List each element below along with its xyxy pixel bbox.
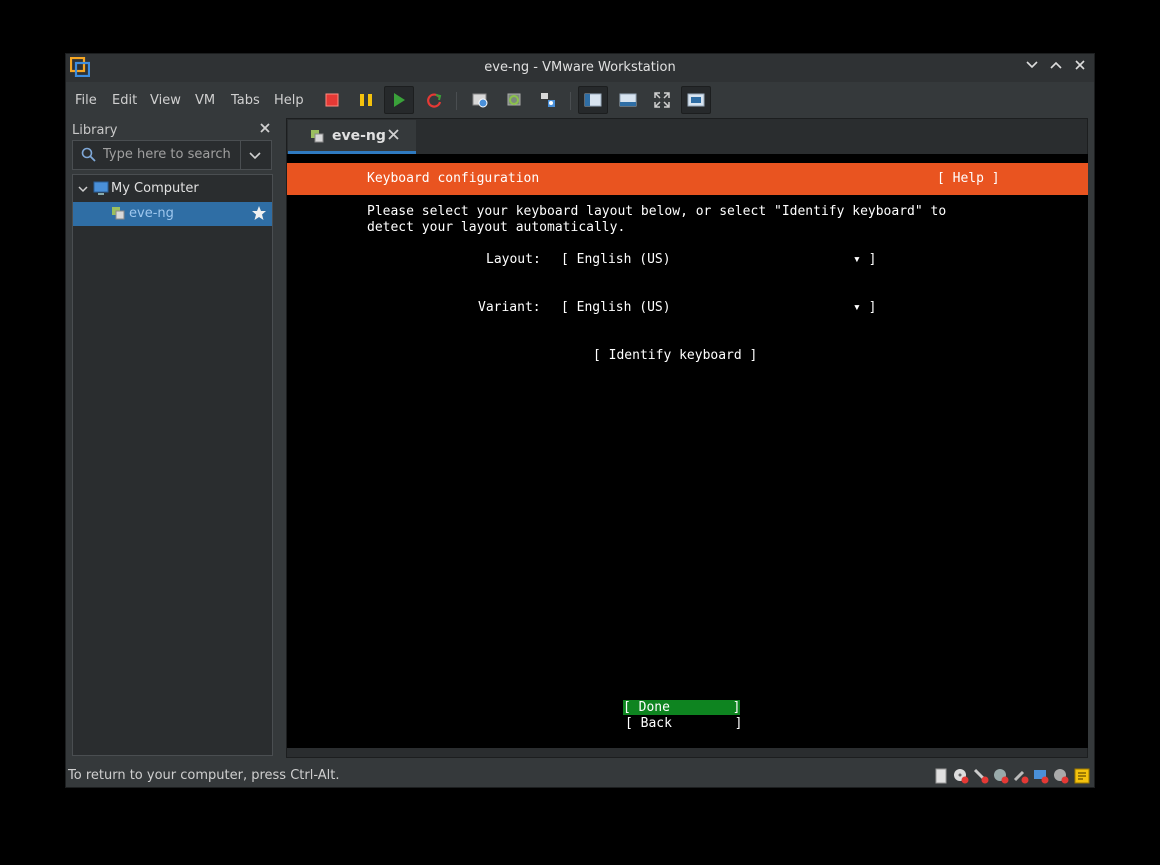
variant-select[interactable]: [ English (US): [561, 300, 671, 315]
thumbnail-bar-button[interactable]: [613, 86, 643, 114]
chevron-down-icon: [249, 152, 261, 160]
power-on-button[interactable]: [384, 86, 414, 114]
tab-eve-ng[interactable]: eve-ng: [288, 120, 416, 154]
toolbar-separator: [456, 92, 457, 110]
back-button[interactable]: [ Back ]: [625, 716, 742, 731]
title-bar: eve-ng - VMware Workstation: [66, 54, 1094, 82]
fullscreen-icon: [654, 92, 670, 108]
library-title: Library: [72, 123, 118, 138]
status-bar: To return to your computer, press Ctrl-A…: [66, 762, 1094, 788]
revert-snapshot-icon: [507, 93, 521, 106]
layout-select[interactable]: [ English (US): [561, 252, 671, 267]
search-dropdown-button[interactable]: [240, 141, 271, 169]
done-button[interactable]: [ Done ]: [623, 700, 741, 715]
tree-item-eve-ng[interactable]: eve-ng: [73, 202, 272, 226]
hard-disk-icon[interactable]: [933, 768, 949, 784]
library-close-button[interactable]: [259, 120, 271, 138]
cd-dvd-disconnected-icon[interactable]: [953, 768, 969, 784]
minimize-button[interactable]: [1023, 58, 1041, 76]
suspend-button[interactable]: [351, 86, 381, 114]
menu-view[interactable]: View: [150, 93, 181, 108]
instructions-line-1: Please select your keyboard layout below…: [367, 204, 947, 219]
full-screen-button[interactable]: [647, 86, 677, 114]
vm-icon: [311, 130, 324, 143]
instructions-line-2: detect your layout automatically.: [367, 220, 626, 235]
installer-header-bar: Keyboard configuration [ Help ]: [287, 163, 1088, 195]
menu-tabs[interactable]: Tabs: [231, 93, 260, 108]
tree-item-label: My Computer: [111, 181, 199, 196]
vm-console-screen[interactable]: Keyboard configuration [ Help ] Please s…: [287, 154, 1088, 748]
chevron-down-icon[interactable]: [78, 184, 88, 194]
variant-select-arrow[interactable]: ▾ ]: [853, 300, 876, 315]
snapshot-manager-icon: [541, 93, 555, 107]
close-window-button[interactable]: [1071, 58, 1089, 76]
toolbar-separator: [570, 92, 571, 110]
power-off-button[interactable]: [317, 86, 347, 114]
menu-help[interactable]: Help: [274, 93, 304, 108]
stop-icon: [325, 93, 339, 107]
snapshot-icon: [472, 93, 488, 108]
message-log-icon[interactable]: [1074, 768, 1090, 784]
library-search: [72, 140, 272, 170]
show-library-button[interactable]: [578, 86, 608, 114]
search-icon: [81, 147, 96, 162]
chevron-down-icon: [1026, 61, 1038, 69]
close-icon: [1075, 60, 1085, 70]
status-text: To return to your computer, press Ctrl-A…: [68, 768, 340, 783]
vm-icon: [112, 207, 125, 220]
snapshot-manager-button[interactable]: [533, 86, 563, 114]
tree-item-my-computer[interactable]: My Computer: [73, 177, 272, 201]
installer-help-button[interactable]: [ Help ]: [937, 171, 1000, 186]
library-tree: My Computer eve-ng: [72, 174, 273, 756]
console-view-icon: [687, 93, 705, 107]
layout-label: Layout:: [486, 252, 541, 267]
computer-icon: [93, 181, 109, 195]
snapshot-button[interactable]: [465, 86, 495, 114]
window-title: eve-ng - VMware Workstation: [484, 60, 676, 75]
tree-item-label: eve-ng: [129, 206, 174, 221]
menu-vm[interactable]: VM: [195, 93, 215, 108]
layout-select-arrow[interactable]: ▾ ]: [853, 252, 876, 267]
vmware-window: eve-ng - VMware Workstation File Edit Vi…: [65, 53, 1095, 788]
menu-file[interactable]: File: [75, 93, 97, 108]
menu-edit[interactable]: Edit: [112, 93, 137, 108]
network-disconnected-icon[interactable]: [993, 768, 1009, 784]
close-icon: [260, 123, 270, 133]
maximize-button[interactable]: [1047, 58, 1065, 76]
variant-label: Variant:: [478, 300, 541, 315]
search-input[interactable]: [103, 147, 233, 162]
play-icon: [394, 93, 405, 107]
chevron-up-icon: [1050, 61, 1062, 69]
star-icon[interactable]: [251, 205, 267, 221]
installer-header-title: Keyboard configuration: [367, 171, 540, 186]
tab-label: eve-ng: [332, 128, 386, 144]
tab-close-button[interactable]: [388, 126, 399, 144]
console-view-button[interactable]: [681, 86, 711, 114]
reset-button[interactable]: [419, 86, 449, 114]
restart-icon: [427, 93, 442, 108]
pause-icon: [360, 94, 372, 106]
sound-disconnected-icon[interactable]: [1053, 768, 1069, 784]
usb-disconnected-icon[interactable]: [1013, 768, 1029, 784]
close-icon: [388, 129, 399, 140]
identify-keyboard-button[interactable]: [ Identify keyboard ]: [593, 348, 757, 363]
display-disconnected-icon[interactable]: [1033, 768, 1049, 784]
thumbnail-view-icon: [619, 93, 637, 107]
menu-bar: File Edit View VM Tabs Help: [66, 84, 1094, 116]
floppy-disconnected-icon[interactable]: [973, 768, 989, 784]
revert-snapshot-button[interactable]: [499, 86, 529, 114]
library-view-icon: [584, 93, 602, 107]
